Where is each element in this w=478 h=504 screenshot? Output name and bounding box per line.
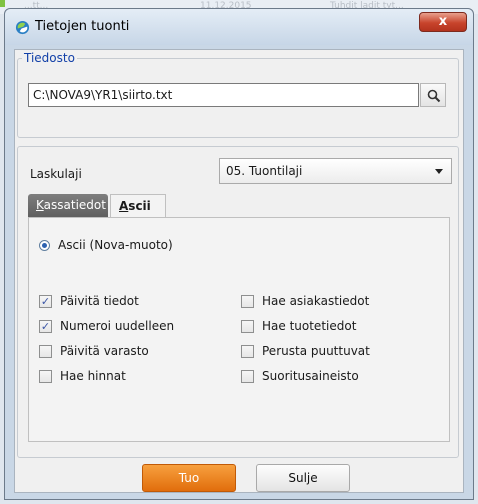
tab-mnemonic: K	[36, 198, 44, 212]
close-icon: x	[438, 14, 448, 29]
checkbox-unchecked[interactable]	[241, 319, 254, 333]
dialog-body: Tiedosto C:\NOVA9\YR1\siirto.txt Laskula…	[14, 49, 464, 493]
close-button[interactable]: x	[419, 12, 467, 32]
tuo-button[interactable]: Tuo	[142, 464, 236, 492]
file-group-legend: Tiedosto	[22, 51, 77, 65]
window-title: Tietojen tuonti	[35, 19, 130, 34]
radio-label: Ascii (Nova-muoto)	[58, 238, 173, 252]
checkbox-numeroi-uudelleen[interactable]: ✓ Numeroi uudelleen	[39, 319, 174, 333]
checkbox-label: Hae asiakastiedot	[262, 294, 370, 308]
checkbox-hae-hinnat[interactable]: Hae hinnat	[39, 369, 126, 383]
checkbox-hae-asiakastiedot[interactable]: Hae asiakastiedot	[241, 294, 369, 308]
tab-mnemonic: A	[119, 199, 129, 213]
checkbox-label: Päivitä tiedot	[60, 294, 139, 308]
tab-kassatiedot[interactable]: Kassatiedot	[28, 194, 108, 218]
checkbox-perusta-puuttuvat[interactable]: Perusta puuttuvat	[241, 344, 370, 358]
laskulaji-select[interactable]: 05. Tuontilaji	[219, 158, 452, 184]
checkbox-suoritusaineisto[interactable]: Suoritusaineisto	[241, 369, 359, 383]
checkbox-unchecked[interactable]	[39, 369, 52, 383]
tab-ascii[interactable]: Ascii	[110, 194, 166, 218]
checkbox-label: Päivitä varasto	[60, 344, 149, 358]
file-group: Tiedosto C:\NOVA9\YR1\siirto.txt	[17, 51, 459, 138]
checkbox-label: Numeroi uudelleen	[60, 319, 175, 333]
checkbox-label: Hae hinnat	[60, 369, 126, 383]
checkbox-checked[interactable]: ✓	[39, 294, 52, 308]
chevron-down-icon[interactable]	[435, 169, 443, 174]
checkbox-paivita-varasto[interactable]: Päivitä varasto	[39, 344, 149, 358]
title-bar[interactable]: Tietojen tuonti x	[5, 9, 473, 45]
import-dialog: Tietojen tuonti x Tiedosto C:\NOVA9\YR1\…	[4, 8, 474, 500]
sulje-button[interactable]: Sulje	[256, 464, 350, 492]
checkbox-label: Perusta puuttuvat	[262, 344, 370, 358]
checkbox-label: Hae tuotetiedot	[262, 319, 357, 333]
checkbox-label: Suoritusaineisto	[262, 369, 359, 383]
settings-group: Laskulaji 05. Tuontilaji Kassatiedot Asc…	[17, 146, 459, 458]
app-icon	[15, 20, 30, 35]
checkbox-unchecked[interactable]	[241, 294, 254, 308]
checkbox-unchecked[interactable]	[241, 369, 254, 383]
checkbox-unchecked[interactable]	[241, 344, 254, 358]
checkbox-checked[interactable]: ✓	[39, 319, 52, 333]
laskulaji-value: 05. Tuontilaji	[226, 164, 303, 178]
tab-label: assatiedot	[43, 198, 106, 212]
ascii-nova-radio[interactable]: Ascii (Nova-muoto)	[39, 238, 173, 252]
checkbox-hae-tuotetiedot[interactable]: Hae tuotetiedot	[241, 319, 356, 333]
tab-label: scii	[128, 199, 151, 213]
browse-button[interactable]	[420, 83, 446, 107]
checkbox-unchecked[interactable]	[39, 344, 52, 358]
laskulaji-label: Laskulaji	[30, 167, 82, 181]
background-green-marker	[0, 0, 5, 7]
search-icon	[427, 89, 441, 103]
file-path-input[interactable]: C:\NOVA9\YR1\siirto.txt	[28, 83, 419, 107]
ascii-tab-panel: Ascii (Nova-muoto) ✓ Päivitä tiedot ✓ Nu…	[28, 217, 450, 442]
radio-selected-indicator	[39, 239, 50, 251]
checkbox-paivita-tiedot[interactable]: ✓ Päivitä tiedot	[39, 294, 139, 308]
